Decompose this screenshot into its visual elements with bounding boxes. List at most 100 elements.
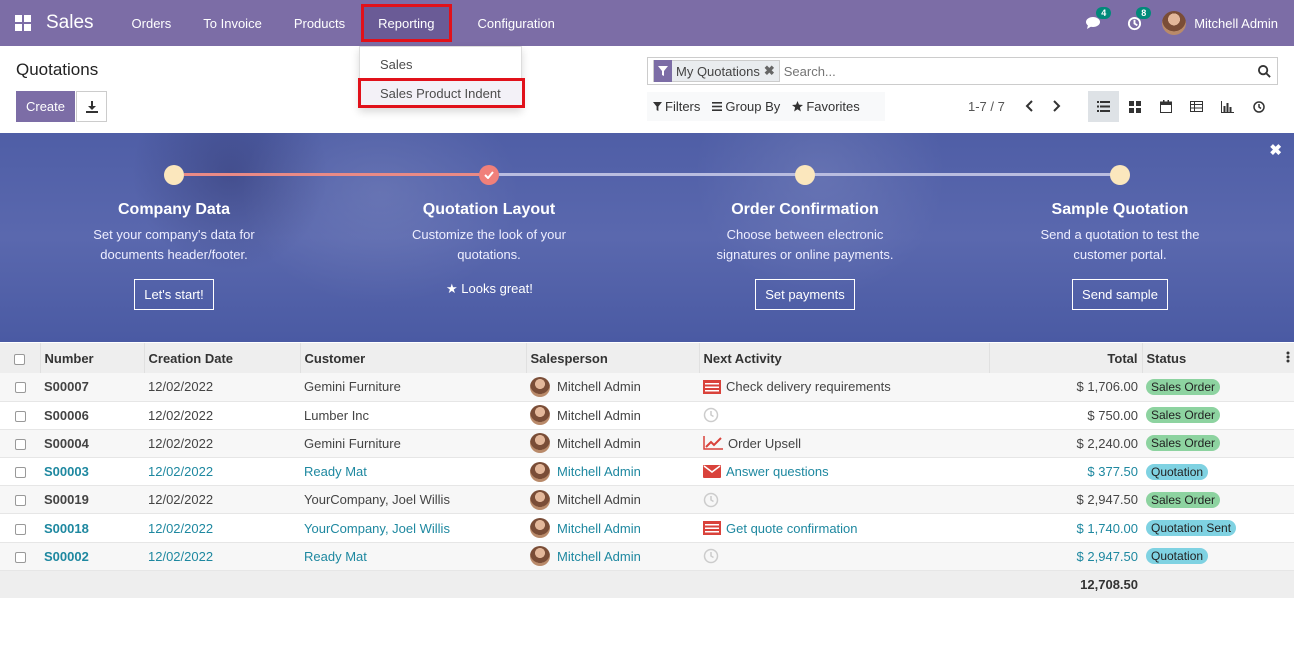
pager-value[interactable]: 1-7 / 7	[968, 99, 1005, 114]
col-number[interactable]: Number	[40, 343, 145, 373]
clock-icon[interactable]	[703, 492, 719, 508]
create-button[interactable]: Create	[16, 91, 75, 122]
search-input[interactable]	[783, 63, 1251, 79]
onboarding-banner: ✖ Company Data Set your company's data f…	[0, 133, 1294, 342]
table-row[interactable]: S00007 12/02/2022 Gemini Furniture Mitch…	[0, 373, 1294, 402]
row-checkbox[interactable]	[14, 523, 26, 535]
col-status[interactable]: Status	[1142, 343, 1294, 373]
total: $ 2,947.50	[1076, 492, 1138, 508]
apps-menu-icon[interactable]	[0, 0, 46, 46]
customer: Ready Mat	[304, 464, 367, 480]
status-badge: Sales Order	[1146, 378, 1221, 395]
reporting-item-sales-product-indent[interactable]: Sales Product Indent	[358, 78, 525, 108]
salesperson-avatar	[530, 518, 550, 539]
top-navbar: Sales Orders To Invoice Products Reporti…	[0, 0, 1294, 46]
step-desc-2: documents header/footer.	[100, 247, 248, 262]
row-checkbox[interactable]	[14, 410, 26, 422]
facet-remove-icon[interactable]: ✖	[764, 63, 779, 79]
kanban-view-button[interactable]	[1119, 91, 1150, 122]
step-4-dot	[1110, 165, 1130, 185]
menu-products[interactable]: Products	[278, 0, 361, 46]
row-checkbox[interactable]	[14, 551, 26, 563]
creation-date: 12/02/2022	[148, 492, 214, 508]
status-badge: Quotation	[1146, 463, 1209, 480]
list-view-button[interactable]	[1088, 91, 1119, 122]
filter-icon	[653, 102, 662, 111]
row-checkbox[interactable]	[14, 439, 26, 451]
clock-icon[interactable]	[703, 548, 719, 564]
graph-view-button[interactable]	[1212, 91, 1243, 122]
salesperson: Mitchell Admin	[557, 379, 641, 395]
messages-badge: 4	[1096, 7, 1112, 19]
groupby-button[interactable]: Group By	[706, 99, 786, 114]
activities-button[interactable]: 8	[1114, 6, 1154, 31]
todo-list-icon[interactable]	[703, 521, 721, 536]
table-row[interactable]: S00002 12/02/2022 Ready Mat Mitchell Adm…	[0, 542, 1294, 571]
download-button[interactable]	[76, 91, 107, 122]
customer: Lumber Inc	[304, 407, 370, 423]
menu-configuration[interactable]: Configuration	[462, 0, 571, 46]
table-row[interactable]: S00019 12/02/2022 YourCompany, Joel Will…	[0, 485, 1294, 514]
messages-button[interactable]: 4	[1074, 7, 1114, 30]
col-next-activity[interactable]: Next Activity	[699, 343, 990, 373]
reporting-dropdown: Sales Sales Product Indent	[358, 46, 525, 108]
step-desc-2: signatures or online payments.	[716, 247, 894, 262]
salesperson: Mitchell Admin	[557, 435, 641, 451]
creation-date: 12/02/2022	[148, 464, 214, 480]
total: $ 1,706.00	[1076, 379, 1138, 395]
table-icon	[1190, 101, 1203, 112]
creation-date: 12/02/2022	[148, 520, 214, 536]
order-number: S00003	[44, 464, 89, 480]
status-badge: Quotation Sent	[1146, 520, 1237, 537]
col-total[interactable]: Total	[989, 343, 1143, 373]
salesperson-avatar	[530, 489, 550, 510]
download-icon	[85, 100, 98, 113]
calendar-view-button[interactable]	[1150, 91, 1181, 122]
search-icon[interactable]	[1251, 64, 1277, 78]
col-salesperson[interactable]: Salesperson	[526, 343, 700, 373]
activity-view-button[interactable]	[1243, 91, 1274, 122]
search-bar: My Quotations ✖	[647, 57, 1278, 85]
pager-previous-button[interactable]	[1021, 98, 1037, 114]
todo-list-icon[interactable]	[703, 379, 721, 394]
table-row[interactable]: S00003 12/02/2022 Ready Mat Mitchell Adm…	[0, 458, 1294, 486]
menu-orders[interactable]: Orders	[116, 0, 188, 46]
row-checkbox[interactable]	[14, 495, 26, 507]
looks-great-label: Looks great!	[461, 281, 533, 296]
table-row[interactable]: S00006 12/02/2022 Lumber Inc Mitchell Ad…	[0, 401, 1294, 430]
status-badge: Sales Order	[1146, 435, 1221, 452]
favorites-button[interactable]: Favorites	[786, 99, 865, 114]
next-activity: Answer questions	[726, 464, 829, 480]
menu-to-invoice[interactable]: To Invoice	[187, 0, 278, 46]
status-badge: Sales Order	[1146, 491, 1221, 508]
table-row[interactable]: S00018 12/02/2022 YourCompany, Joel Will…	[0, 514, 1294, 543]
menu-reporting[interactable]: Reporting	[361, 4, 452, 42]
clock-icon[interactable]	[703, 407, 719, 423]
pager-next-button[interactable]	[1049, 98, 1065, 114]
col-creation-date[interactable]: Creation Date	[144, 343, 301, 373]
filters-button[interactable]: Filters	[647, 99, 706, 114]
close-banner-icon[interactable]: ✖	[1269, 141, 1282, 159]
reporting-item-sales[interactable]: Sales	[380, 57, 413, 72]
lets-start-button[interactable]: Let's start!	[134, 279, 214, 310]
select-all-checkbox[interactable]	[0, 343, 41, 373]
creation-date: 12/02/2022	[148, 548, 214, 564]
table-header: Number Creation Date Customer Salesperso…	[0, 343, 1294, 373]
app-brand[interactable]: Sales	[46, 12, 94, 34]
optional-columns-icon[interactable]	[1286, 351, 1290, 366]
row-checkbox[interactable]	[14, 467, 26, 479]
row-checkbox[interactable]	[14, 382, 26, 394]
user-menu[interactable]: Mitchell Admin	[1154, 11, 1294, 35]
trend-up-icon[interactable]	[703, 436, 723, 451]
chevron-right-icon	[1053, 100, 1061, 112]
groupby-label: Group By	[725, 99, 781, 114]
col-customer[interactable]: Customer	[300, 343, 527, 373]
filter-icon	[654, 60, 672, 82]
table-row[interactable]: S00004 12/02/2022 Gemini Furniture Mitch…	[0, 429, 1294, 458]
envelope-icon[interactable]	[703, 465, 721, 479]
pivot-view-button[interactable]	[1181, 91, 1212, 122]
set-payments-button[interactable]: Set payments	[755, 279, 855, 310]
step-sample-quotation: Sample Quotation Send a quotation to tes…	[1000, 201, 1240, 265]
send-sample-button[interactable]: Send sample	[1072, 279, 1168, 310]
step-quotation-layout: Quotation Layout Customize the look of y…	[369, 201, 609, 265]
